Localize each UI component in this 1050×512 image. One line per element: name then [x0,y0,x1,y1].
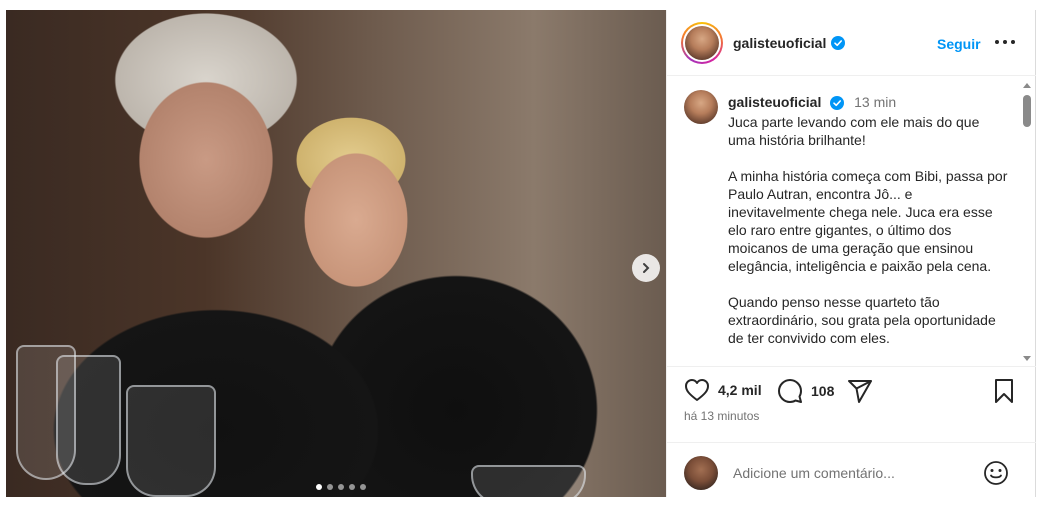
post-actions: 4,2 mil 108 há 13 minutos [667,366,1036,432]
comment-button[interactable]: 108 [777,378,834,404]
caption-paragraph: Quando penso nesse quarteto tão extraord… [728,294,996,346]
carousel-dot [338,484,344,490]
likes-count[interactable]: 4,2 mil [718,382,762,398]
comments-count[interactable]: 108 [811,383,834,399]
avatar-image [685,25,719,60]
emoji-button[interactable] [983,460,1009,491]
scroll-up-arrow[interactable] [1023,83,1031,88]
more-options-icon[interactable] [995,34,1015,50]
caption-username[interactable]: galisteuoficial [728,94,821,110]
profile-avatar[interactable] [681,21,723,64]
wine-glass [126,385,216,497]
post-media[interactable] [6,10,666,497]
scroll-thumb[interactable] [1023,95,1031,127]
next-image-button[interactable] [632,254,660,282]
comment-icon [778,379,802,403]
caption-paragraph: A minha história começa com Bibi, passa … [728,168,1008,274]
heart-icon [685,379,709,401]
next-arrow-icon [643,263,650,273]
post-side-panel: galisteuoficial Seguir galisteuoficial 1… [666,10,1036,497]
caption-text: Juca parte levando com ele mais do que u… [728,113,1008,365]
like-button[interactable]: 4,2 mil [684,378,762,402]
carousel-dot [316,484,322,490]
instagram-post: galisteuoficial Seguir galisteuoficial 1… [0,0,1050,512]
caption-time: 13 min [854,94,897,110]
carousel-dot [349,484,355,490]
wine-glass [56,355,121,485]
save-button[interactable] [993,378,1015,404]
caption-paragraph: Juca parte levando com ele mais do que u… [728,114,980,148]
caption-area[interactable]: galisteuoficial 13 min Juca parte levand… [667,77,1036,365]
bookmark-icon [995,379,1013,403]
caption-scrollbar[interactable] [1021,77,1033,365]
current-user-avatar [684,456,718,490]
verified-icon [831,35,846,50]
post-header: galisteuoficial Seguir [667,10,1036,76]
verified-icon [830,96,845,111]
follow-button[interactable]: Seguir [937,36,981,52]
carousel-indicator [316,484,366,490]
carousel-dot [360,484,366,490]
carousel-dot [327,484,333,490]
share-button[interactable] [847,378,873,404]
comment-input[interactable] [733,465,963,481]
caption-avatar[interactable] [684,90,718,124]
profile-username[interactable]: galisteuoficial [733,35,826,51]
wine-glass [471,465,586,497]
caption-header: galisteuoficial 13 min [728,94,897,111]
emoji-icon [984,461,1008,485]
share-icon [848,380,872,403]
post-timestamp[interactable]: há 13 minutos [684,409,759,423]
comment-bar [667,442,1036,497]
scroll-down-arrow[interactable] [1023,356,1031,361]
